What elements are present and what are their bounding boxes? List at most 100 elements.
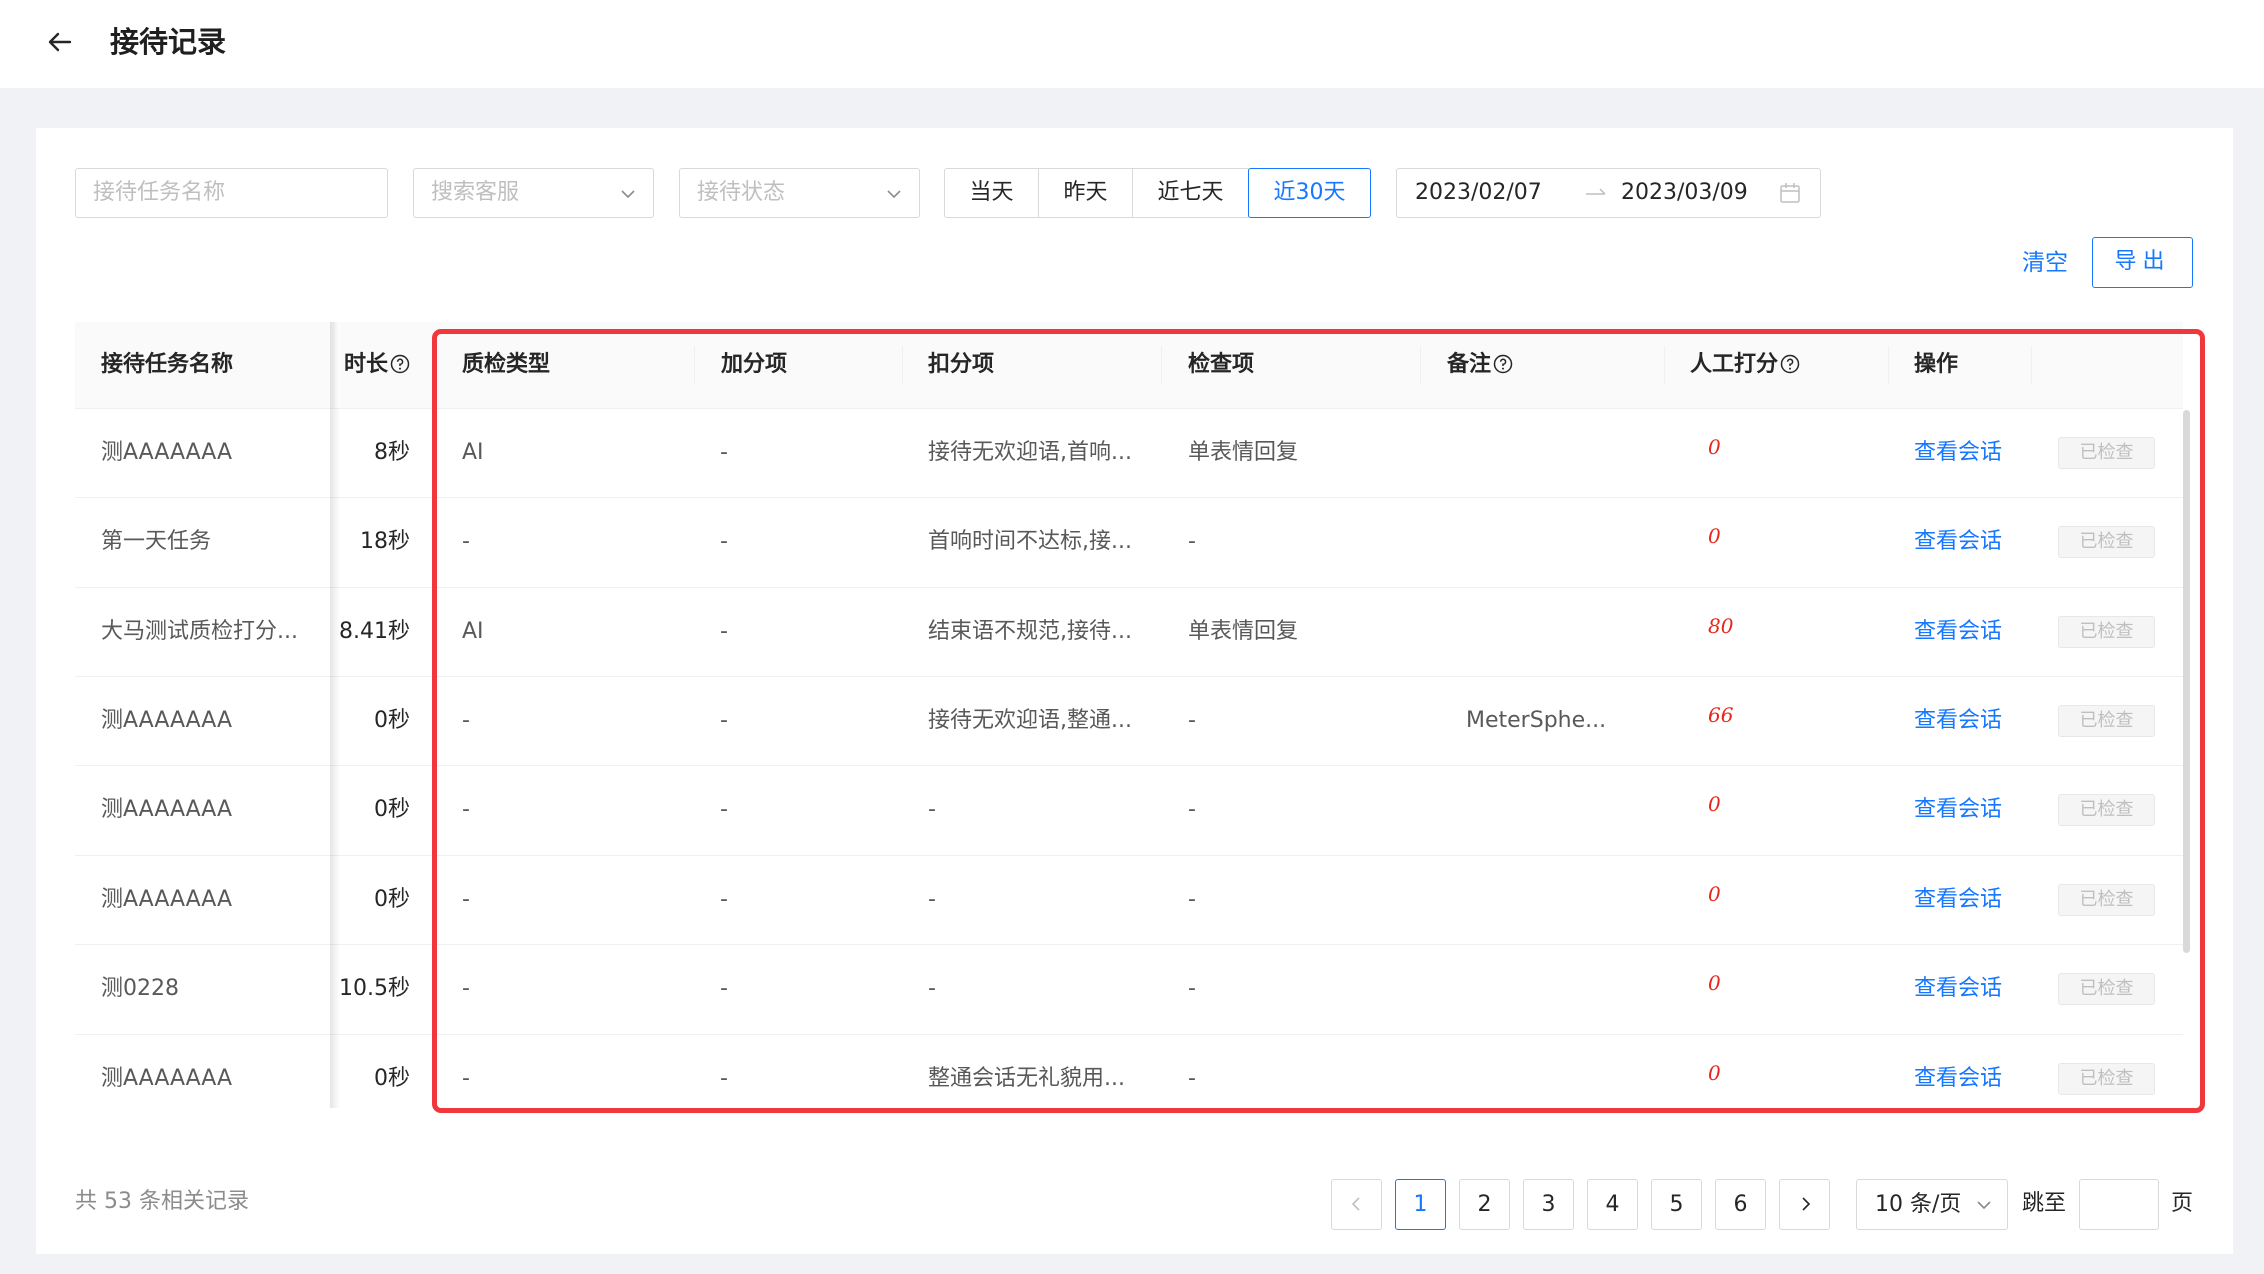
- page-4-button[interactable]: 4: [1587, 1179, 1638, 1230]
- view-conversation-link[interactable]: 查看会话: [1914, 880, 2002, 920]
- checked-status-button: 已检查: [2058, 884, 2155, 916]
- cell-plus: -: [720, 1066, 728, 1091]
- clear-link[interactable]: 清空: [2022, 247, 2068, 279]
- next-page-button[interactable]: [1779, 1179, 1830, 1230]
- jump-page-input[interactable]: [2079, 1179, 2159, 1230]
- view-conversation-link[interactable]: 查看会话: [1914, 522, 2002, 562]
- checked-status-button: 已检查: [2058, 616, 2155, 648]
- col-manual-score-label: 人工打分: [1690, 352, 1779, 377]
- cell-score: 0: [1708, 882, 1721, 906]
- page-1-button[interactable]: 1: [1395, 1179, 1446, 1230]
- cell-plus: -: [720, 976, 728, 1001]
- page-size-select[interactable]: 10 条/页: [1856, 1179, 2008, 1230]
- checked-status-button: 已检查: [2058, 705, 2155, 737]
- cell-score: 0: [1708, 435, 1721, 459]
- cell-remark: MeterSphe...: [1466, 708, 1607, 733]
- view-conversation-link[interactable]: 查看会话: [1914, 701, 2002, 741]
- col-operation: 操作: [1914, 352, 1959, 377]
- cell-score: 0: [1708, 524, 1721, 548]
- agent-select[interactable]: 搜索客服: [413, 168, 654, 218]
- col-qc-type: 质检类型: [462, 352, 551, 377]
- back-arrow-icon[interactable]: [44, 26, 76, 58]
- view-conversation-link[interactable]: 查看会话: [1914, 1059, 2002, 1099]
- cell-minus: 结束语不规范,接待...: [928, 619, 1132, 644]
- chevron-right-icon: [1801, 1197, 1810, 1211]
- cell-task-name: 测0228: [101, 976, 179, 1001]
- cell-plus: -: [720, 529, 728, 554]
- cell-check: 单表情回复: [1188, 440, 1299, 465]
- question-circle-icon[interactable]: [1493, 354, 1513, 374]
- col-duration: 时长: [336, 322, 410, 408]
- cell-check: -: [1188, 529, 1196, 554]
- date-range-picker[interactable]: 2023/02/07 2023/03/09: [1396, 168, 1821, 218]
- row-divider: [75, 855, 2183, 856]
- page-6-button[interactable]: 6: [1715, 1179, 1766, 1230]
- jump-suffix: 页: [2171, 1191, 2194, 1216]
- date-end[interactable]: 2023/03/09: [1621, 169, 1748, 217]
- cell-duration: 8秒: [374, 440, 410, 465]
- question-circle-icon[interactable]: [1780, 354, 1800, 374]
- row-divider: [75, 944, 2183, 945]
- table-header-bg: [340, 322, 2183, 408]
- tab-last-7-days[interactable]: 近七天: [1132, 168, 1249, 218]
- view-conversation-link[interactable]: 查看会话: [1914, 790, 2002, 830]
- question-circle-icon[interactable]: [390, 354, 410, 374]
- checked-status-button: 已检查: [2058, 526, 2155, 558]
- cell-qc-type: -: [462, 529, 470, 554]
- status-select[interactable]: 接待状态: [679, 168, 920, 218]
- cell-duration: 0秒: [374, 797, 410, 822]
- jump-label: 跳至: [2022, 1191, 2067, 1216]
- cell-plus: -: [720, 440, 728, 465]
- chevron-down-icon: [1977, 1201, 1991, 1210]
- cell-qc-type: AI: [462, 619, 484, 644]
- view-conversation-link[interactable]: 查看会话: [1914, 612, 2002, 652]
- cell-plus: -: [720, 797, 728, 822]
- col-divider: [2031, 346, 2032, 384]
- cell-qc-type: -: [462, 976, 470, 1001]
- calendar-icon: [1780, 183, 1800, 203]
- checked-status-button: 已检查: [2058, 1063, 2155, 1095]
- date-start[interactable]: 2023/02/07: [1415, 169, 1542, 217]
- col-task-name: 接待任务名称: [101, 352, 234, 377]
- page-5-button[interactable]: 5: [1651, 1179, 1702, 1230]
- cell-plus: -: [720, 619, 728, 644]
- row-divider: [75, 408, 2183, 409]
- page-3-button[interactable]: 3: [1523, 1179, 1574, 1230]
- tab-today[interactable]: 当天: [944, 168, 1039, 218]
- status-select-placeholder: 接待状态: [697, 180, 786, 205]
- page-size-value: 10 条/页: [1875, 1192, 1962, 1217]
- view-conversation-link[interactable]: 查看会话: [1914, 433, 2002, 473]
- col-divider: [1664, 346, 1665, 384]
- col-plus-items: 加分项: [721, 352, 788, 377]
- agent-select-placeholder: 搜索客服: [431, 180, 520, 205]
- col-check-items: 检查项: [1188, 352, 1255, 377]
- export-button[interactable]: 导出: [2092, 237, 2193, 288]
- row-divider: [75, 676, 2183, 677]
- cell-qc-type: -: [462, 708, 470, 733]
- task-name-input[interactable]: 接待任务名称: [75, 168, 388, 218]
- cell-qc-type: AI: [462, 440, 484, 465]
- cell-minus: 接待无欢迎语,首响...: [928, 440, 1132, 465]
- cell-score: 0: [1708, 971, 1721, 995]
- col-remarks: 备注: [1447, 322, 1513, 408]
- vertical-scrollbar[interactable]: [2183, 410, 2190, 953]
- tab-yesterday[interactable]: 昨天: [1038, 168, 1133, 218]
- chevron-down-icon: [887, 190, 901, 199]
- cell-check: -: [1188, 797, 1196, 822]
- checked-status-button: 已检查: [2058, 794, 2155, 826]
- row-divider: [75, 497, 2183, 498]
- cell-score: 66: [1708, 703, 1734, 727]
- cell-plus: -: [720, 887, 728, 912]
- col-duration-label: 时长: [343, 352, 388, 377]
- cell-check: -: [1188, 708, 1196, 733]
- tab-last-30-days[interactable]: 近30天: [1248, 168, 1371, 218]
- col-divider: [902, 346, 903, 384]
- checked-status-button: 已检查: [2058, 973, 2155, 1005]
- page-2-button[interactable]: 2: [1459, 1179, 1510, 1230]
- cell-plus: -: [720, 708, 728, 733]
- col-divider: [1888, 346, 1889, 384]
- view-conversation-link[interactable]: 查看会话: [1914, 969, 2002, 1009]
- cell-duration: 18秒: [360, 529, 410, 554]
- prev-page-button[interactable]: [1331, 1179, 1382, 1230]
- cell-task-name: 测AAAAAAA: [101, 440, 233, 465]
